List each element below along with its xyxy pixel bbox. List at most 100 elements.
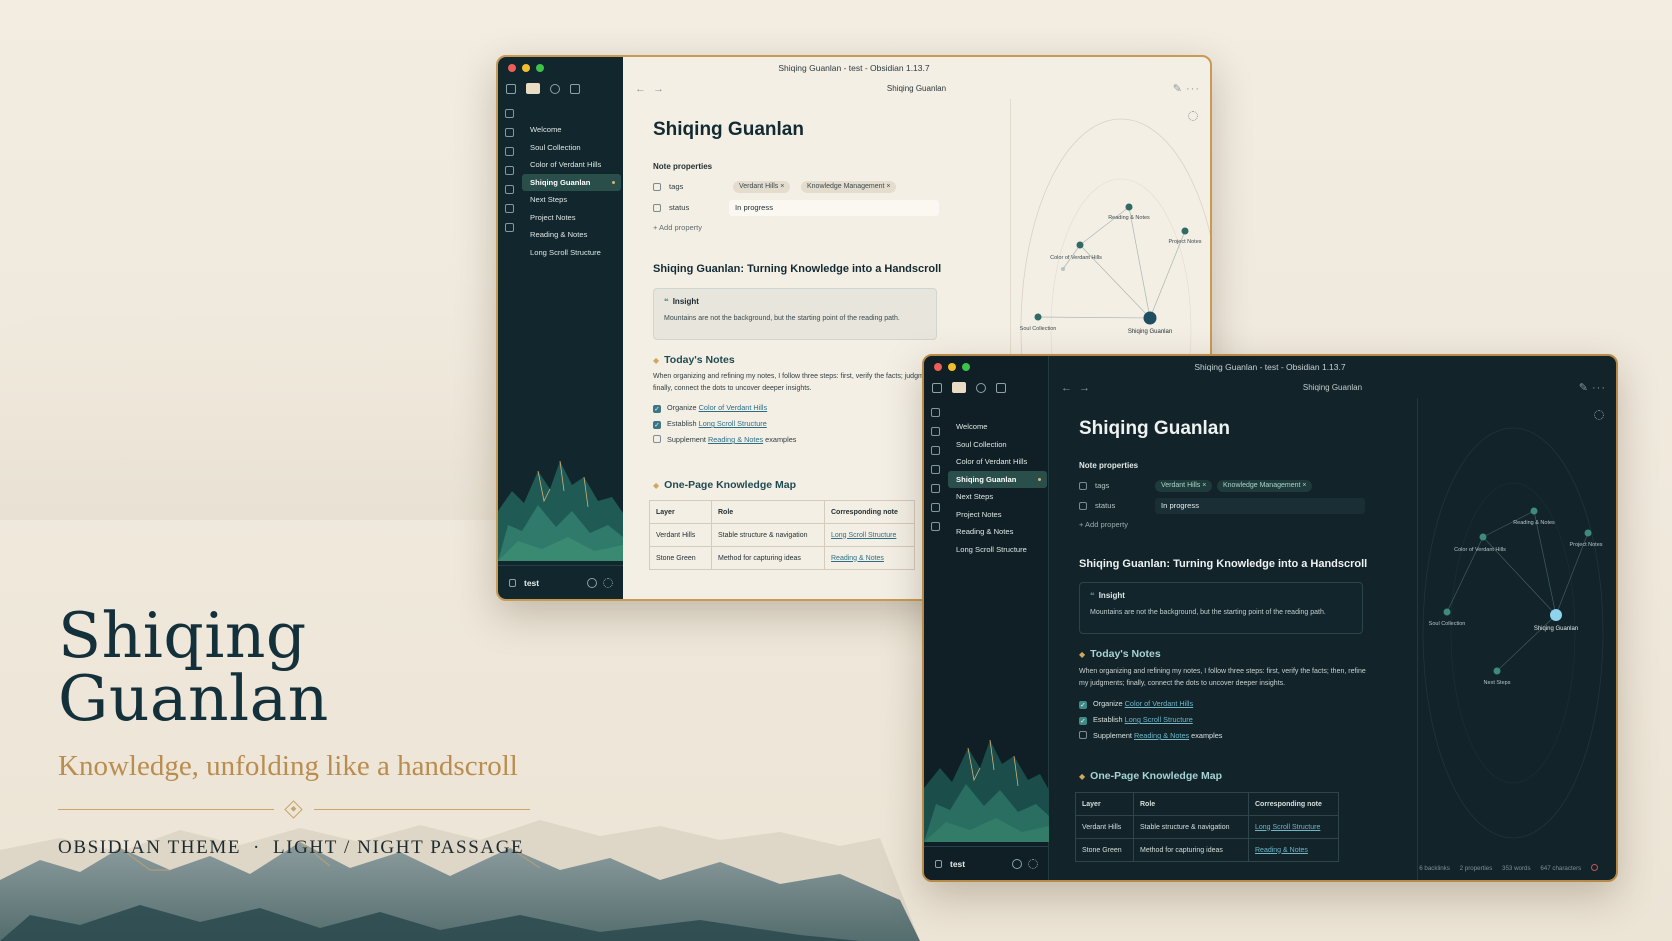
vault-switcher[interactable]: test (924, 846, 1048, 880)
graph-node-current[interactable]: Shiqing Guanlan (1128, 311, 1172, 336)
sidebar-toggle-icon[interactable] (932, 382, 942, 393)
checkbox-checked[interactable] (1079, 701, 1087, 709)
forward-arrow-icon[interactable]: → (1079, 378, 1090, 398)
help-icon[interactable] (587, 578, 597, 588)
graph-settings-icon[interactable] (1594, 410, 1604, 420)
sidebar-toolbar (932, 382, 1006, 393)
internal-link[interactable]: Color of Verdant Hills (1125, 699, 1194, 708)
internal-link[interactable]: Long Scroll Structure (1125, 715, 1193, 724)
file-item-welcome[interactable]: Welcome (948, 418, 1047, 436)
internal-link[interactable]: Reading & Notes (1134, 731, 1189, 740)
file-list: Welcome Soul Collection Color of Verdant… (522, 121, 621, 261)
tree-icon[interactable] (504, 223, 514, 232)
file-item-shiqing-guanlan[interactable]: Shiqing Guanlan (948, 470, 1047, 488)
checkbox-checked[interactable] (653, 421, 661, 429)
calendar-icon[interactable] (504, 166, 514, 175)
graph-node[interactable]: Reading & Notes (1108, 203, 1150, 222)
tree-icon[interactable] (930, 522, 940, 531)
canvas-icon[interactable] (504, 147, 514, 156)
graph-icon[interactable] (930, 427, 940, 436)
vault-switcher[interactable]: test (498, 565, 623, 599)
folder-icon[interactable] (526, 83, 540, 94)
checkbox-checked[interactable] (653, 405, 661, 413)
table-cell-link[interactable]: Reading & Notes (824, 546, 915, 570)
table-cell-link[interactable]: Long Scroll Structure (824, 523, 915, 547)
bookmark-icon[interactable] (570, 83, 580, 94)
note-title[interactable]: Shiqing Guanlan (1079, 418, 1230, 440)
file-item-long-scroll-structure[interactable]: Long Scroll Structure (522, 244, 621, 262)
file-icon[interactable] (930, 408, 940, 417)
graph-node[interactable]: Next Steps (1484, 667, 1511, 687)
forward-arrow-icon[interactable]: → (653, 79, 664, 99)
edit-icon[interactable]: ✎ (1173, 79, 1182, 99)
quote-icon: ❝ (1090, 591, 1095, 600)
graph-view[interactable]: Reading & Notes Project Notes Color of V… (1417, 398, 1616, 880)
file-item-welcome[interactable]: Welcome (522, 121, 621, 139)
bookmark-icon[interactable] (996, 382, 1006, 393)
status-backlinks[interactable]: 6 backlinks (1419, 865, 1450, 872)
graph-canvas[interactable]: Reading & Notes Project Notes Color of V… (1418, 398, 1617, 882)
add-property-button[interactable]: + Add property (653, 223, 702, 232)
table-header: Corresponding note (1248, 792, 1339, 816)
copy-icon[interactable] (504, 185, 514, 194)
table-cell-link[interactable]: Long Scroll Structure (1248, 815, 1339, 839)
add-property-button[interactable]: + Add property (1079, 520, 1128, 529)
terminal-icon[interactable] (504, 204, 514, 213)
internal-link[interactable]: Reading & Notes (708, 435, 763, 444)
tag-pill[interactable]: Verdant Hills × (733, 181, 791, 193)
search-icon[interactable] (976, 382, 986, 393)
file-item-color-of-verdant-hills[interactable]: Color of Verdant Hills (522, 156, 621, 174)
file-item-reading-notes[interactable]: Reading & Notes (522, 226, 621, 244)
file-item-next-steps[interactable]: Next Steps (948, 488, 1047, 506)
sidebar-toggle-icon[interactable] (506, 83, 516, 94)
calendar-icon[interactable] (930, 465, 940, 474)
edit-icon[interactable]: ✎ (1579, 378, 1588, 398)
status-value[interactable]: In progress (729, 200, 939, 216)
file-icon[interactable] (504, 109, 514, 118)
more-options-icon[interactable]: ··· (1186, 79, 1200, 99)
tag-pill[interactable]: Knowledge Management × (801, 181, 897, 193)
brand-subtitle: Knowledge, unfolding like a handscroll (58, 750, 518, 782)
internal-link[interactable]: Long Scroll Structure (699, 419, 767, 428)
internal-link[interactable]: Color of Verdant Hills (699, 403, 768, 412)
file-item-soul-collection[interactable]: Soul Collection (948, 436, 1047, 454)
help-icon[interactable] (1012, 859, 1022, 869)
folder-icon[interactable] (952, 382, 966, 393)
settings-icon[interactable] (603, 578, 613, 588)
editor[interactable]: Shiqing Guanlan Note properties tags Ver… (1049, 398, 1417, 880)
file-item-project-notes[interactable]: Project Notes (948, 506, 1047, 524)
more-options-icon[interactable]: ··· (1592, 378, 1606, 398)
tag-pill[interactable]: Verdant Hills × (1155, 480, 1213, 492)
file-item-soul-collection[interactable]: Soul Collection (522, 139, 621, 157)
file-item-next-steps[interactable]: Next Steps (522, 191, 621, 209)
note-title[interactable]: Shiqing Guanlan (653, 119, 804, 141)
search-icon[interactable] (550, 83, 560, 94)
file-item-shiqing-guanlan[interactable]: Shiqing Guanlan (522, 173, 621, 191)
sync-status-icon[interactable] (1591, 864, 1598, 871)
settings-icon[interactable] (1028, 859, 1038, 869)
graph-node[interactable]: Color of Verdant Hills (1050, 241, 1102, 262)
terminal-icon[interactable] (930, 503, 940, 512)
file-item-reading-notes[interactable]: Reading & Notes (948, 523, 1047, 541)
todays-notes-heading: ◆ Today's Notes (1079, 648, 1161, 660)
tag-pill[interactable]: Knowledge Management × (1217, 480, 1313, 492)
graph-icon[interactable] (504, 128, 514, 137)
checkbox-unchecked[interactable] (1079, 731, 1087, 739)
file-item-color-of-verdant-hills[interactable]: Color of Verdant Hills (948, 453, 1047, 471)
back-arrow-icon[interactable]: ← (635, 79, 646, 99)
file-item-project-notes[interactable]: Project Notes (522, 209, 621, 227)
checkbox-unchecked[interactable] (653, 435, 661, 443)
checkbox-checked[interactable] (1079, 717, 1087, 725)
file-item-long-scroll-structure[interactable]: Long Scroll Structure (948, 541, 1047, 559)
callout-title: ❝ Insight (664, 297, 699, 306)
sidebar: Welcome Soul Collection Color of Verdant… (498, 57, 623, 599)
table-cell: Verdant Hills (649, 523, 712, 547)
back-arrow-icon[interactable]: ← (1061, 378, 1072, 398)
graph-node[interactable]: Soul Collection (1429, 608, 1466, 628)
status-value[interactable]: In progress (1155, 498, 1365, 514)
table-cell-link[interactable]: Reading & Notes (1248, 838, 1339, 862)
graph-settings-icon[interactable] (1188, 111, 1198, 121)
graph-node-current[interactable]: Shiqing Guanlan (1534, 609, 1578, 632)
copy-icon[interactable] (930, 484, 940, 493)
canvas-icon[interactable] (930, 446, 940, 455)
